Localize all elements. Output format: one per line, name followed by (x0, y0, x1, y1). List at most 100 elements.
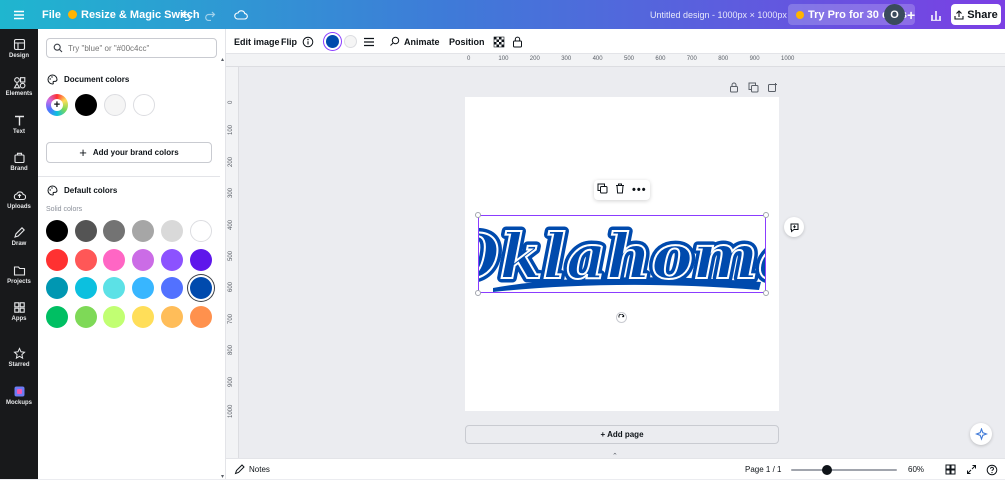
ruler-tick-label: 500 (624, 56, 635, 62)
color-swatch[interactable] (103, 248, 126, 271)
info-icon[interactable] (302, 29, 314, 54)
cloud-save-icon[interactable] (234, 0, 248, 29)
redo-icon[interactable] (204, 0, 216, 29)
rail-item-apps[interactable]: Apps (0, 293, 38, 329)
undo-icon[interactable] (180, 0, 192, 29)
trash-icon[interactable] (615, 183, 625, 197)
color-swatch[interactable] (132, 220, 155, 242)
resize-handle-top-left[interactable] (475, 212, 481, 218)
lock-page-icon[interactable] (729, 82, 739, 96)
color-search[interactable] (46, 38, 217, 58)
color-swatch[interactable] (160, 277, 183, 300)
rail-item-brand[interactable]: Brand (0, 143, 38, 179)
rail-item-elements[interactable]: Elements (0, 68, 38, 104)
rail-item-text[interactable]: Text (0, 106, 38, 142)
rail-item-uploads[interactable]: Uploads (0, 181, 38, 217)
rail-item-mockups[interactable]: Mockups (0, 377, 38, 413)
resize-handle-bottom-right[interactable] (763, 290, 769, 296)
rail-item-starred[interactable]: Starred (0, 339, 38, 375)
document-color-swatch[interactable] (133, 94, 155, 116)
color-swatch[interactable] (74, 277, 97, 300)
duplicate-page-icon[interactable] (748, 82, 759, 96)
grid-view-icon[interactable] (945, 459, 956, 480)
rail-item-draw[interactable]: Draw (0, 218, 38, 254)
color-swatch[interactable] (189, 306, 212, 329)
color-swatch[interactable] (160, 220, 183, 242)
color-swatch[interactable] (103, 306, 126, 329)
fill-color-button-2[interactable] (344, 29, 357, 54)
transparency-icon[interactable] (493, 29, 505, 54)
border-style-icon[interactable] (363, 29, 375, 54)
file-menu-button[interactable]: File (42, 0, 61, 29)
rail-item-projects[interactable]: Projects (0, 256, 38, 292)
edit-image-button[interactable]: Edit image (234, 29, 280, 54)
share-icon (954, 9, 964, 20)
zoom-level[interactable]: 60% (908, 459, 924, 480)
rotate-handle[interactable] (616, 312, 627, 323)
color-swatch[interactable] (189, 220, 212, 242)
zoom-slider[interactable] (791, 459, 897, 480)
resize-handle-top-right[interactable] (763, 212, 769, 218)
add-color-button[interactable]: + (46, 94, 68, 116)
rail-item-design[interactable]: Design (0, 30, 38, 66)
insights-icon[interactable] (930, 0, 942, 29)
color-swatch[interactable] (46, 248, 68, 271)
duplicate-icon[interactable] (597, 183, 608, 197)
ruler-tick-label: 1000 (781, 56, 795, 62)
rail-label: Draw (11, 240, 27, 247)
notes-button[interactable]: Notes (234, 459, 270, 480)
help-icon[interactable] (986, 459, 998, 480)
color-swatch[interactable] (132, 306, 155, 329)
lock-icon[interactable] (512, 29, 523, 54)
color-swatch[interactable] (189, 248, 212, 271)
zoom-thumb[interactable] (821, 464, 832, 475)
color-swatch[interactable] (46, 306, 68, 329)
fill-color-button-1[interactable] (326, 29, 339, 54)
document-color-swatch[interactable] (104, 94, 126, 116)
page-indicator[interactable]: Page 1 / 1 (745, 459, 781, 480)
more-icon[interactable]: ••• (632, 184, 647, 196)
ruler-tick-label: 600 (228, 282, 234, 293)
color-swatch[interactable] (74, 306, 97, 329)
color-swatch[interactable] (132, 248, 155, 271)
top-bar: File Resize & Magic Switch Untitled desi… (0, 0, 1005, 29)
color-swatch[interactable] (132, 277, 155, 300)
add-page-icon[interactable] (767, 82, 778, 96)
ruler-tick-label: 600 (655, 56, 666, 62)
color-swatch[interactable] (46, 220, 68, 242)
color-swatch[interactable] (189, 277, 212, 300)
add-collaborator-icon[interactable]: + (907, 0, 915, 29)
selected-element[interactable]: Oklahoma Oklahoma (478, 215, 766, 293)
add-brand-colors-button[interactable]: + Add your brand colors (46, 142, 212, 163)
share-button[interactable]: Share (951, 4, 1001, 25)
rail-label: Starred (8, 361, 30, 368)
panel-scrollbar[interactable]: ▴ ▾ (221, 56, 224, 480)
search-icon (53, 43, 63, 53)
position-button[interactable]: Position (449, 29, 485, 54)
upload-icon (13, 190, 26, 200)
animate-button[interactable]: Animate (389, 29, 440, 54)
menu-icon[interactable] (13, 0, 25, 29)
chevron-up-icon[interactable]: ⌃ (612, 452, 618, 460)
flip-button[interactable]: Flip (281, 29, 297, 54)
document-color-swatch[interactable] (75, 94, 97, 116)
search-input[interactable] (68, 43, 208, 53)
color-swatch[interactable] (160, 306, 183, 329)
avatar[interactable]: O (884, 4, 905, 25)
ruler-tick-label: 0 (467, 56, 471, 62)
add-page-button[interactable]: + Add page (465, 425, 779, 444)
document-title[interactable]: Untitled design - 1000px × 1000px (650, 0, 787, 29)
horizontal-ruler (226, 54, 1005, 67)
color-chip (326, 35, 339, 48)
color-swatch[interactable] (103, 277, 126, 300)
color-swatch[interactable] (46, 277, 68, 300)
oklahoma-artwork: Oklahoma Oklahoma (479, 216, 765, 292)
color-swatch[interactable] (160, 248, 183, 271)
color-swatch[interactable] (74, 248, 97, 271)
magic-assistant-button[interactable] (970, 423, 992, 445)
color-swatch[interactable] (103, 220, 126, 242)
color-swatch[interactable] (74, 220, 97, 242)
add-comment-button[interactable] (784, 217, 804, 237)
fullscreen-icon[interactable] (966, 459, 977, 480)
resize-handle-bottom-left[interactable] (475, 290, 481, 296)
